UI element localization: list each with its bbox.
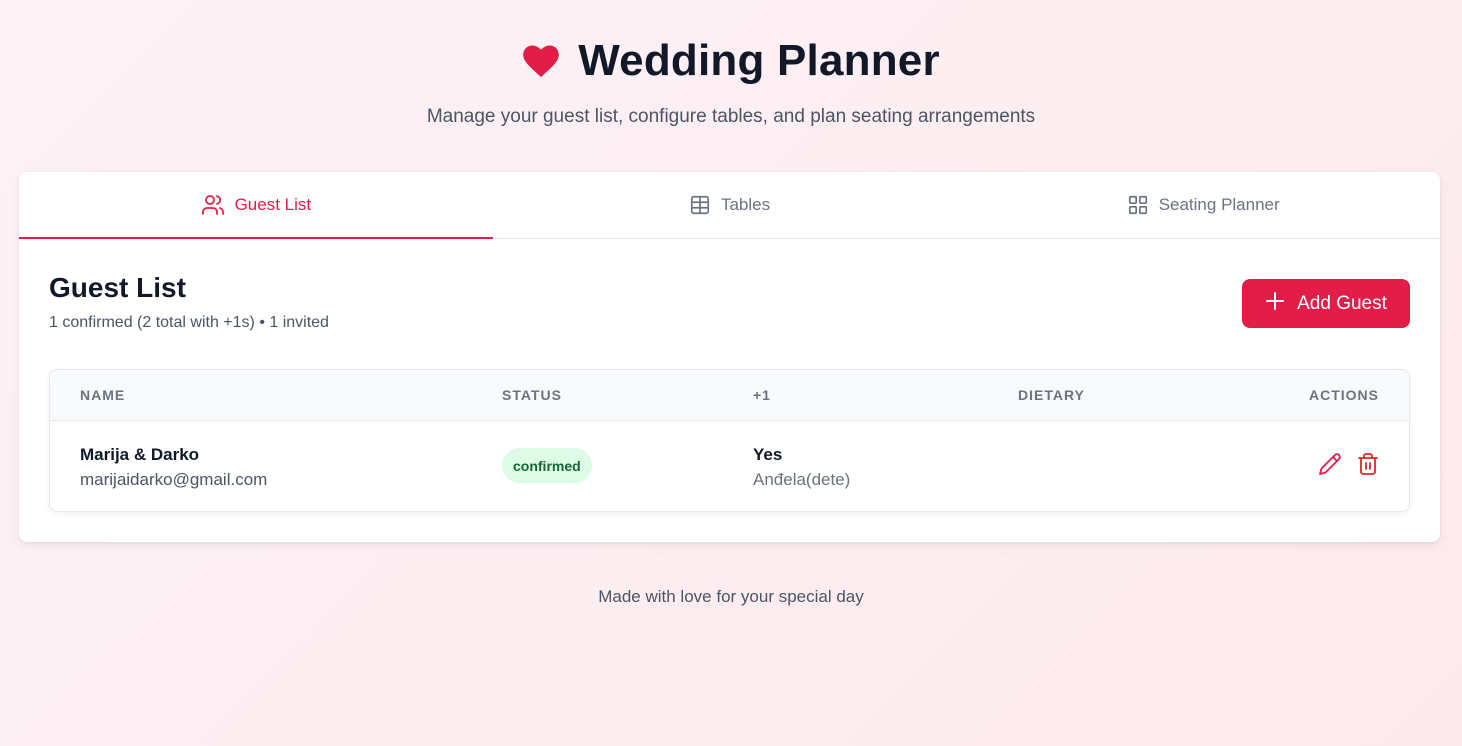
tab-seating-planner[interactable]: Seating Planner (966, 172, 1440, 238)
page-header: Wedding Planner Manage your guest list, … (0, 34, 1462, 128)
add-guest-label: Add Guest (1297, 292, 1387, 314)
plus-one-value: Yes (753, 445, 783, 464)
app-subtitle: Manage your guest list, configure tables… (426, 106, 1036, 127)
title-row: Wedding Planner (0, 34, 1462, 88)
column-header-plus-one: +1 (753, 387, 771, 403)
column-header-status: STATUS (502, 387, 562, 403)
users-icon (201, 193, 225, 217)
tab-label: Tables (720, 195, 771, 214)
table-row: Marija & Darko marijaidarko@gmail.com co… (50, 421, 1409, 511)
guest-list-header: Guest List 1 confirmed (2 total with +1s… (49, 272, 329, 332)
tab-bar: Guest List Tables Seating Planner (19, 172, 1440, 239)
main-card: Guest List Tables Seating Planner Guest … (19, 172, 1440, 542)
heart-icon (522, 44, 560, 78)
section-title: Guest List (49, 272, 186, 303)
guest-email: marijaidarko@gmail.com (80, 470, 268, 489)
trash-icon[interactable] (1356, 452, 1380, 476)
column-header-dietary: DIETARY (1018, 387, 1085, 403)
add-guest-button[interactable]: Add Guest (1242, 279, 1410, 328)
guest-table: NAME STATUS +1 DIETARY ACTIONS Marija & … (49, 369, 1410, 512)
app-title: Wedding Planner (578, 36, 940, 85)
column-header-actions: ACTIONS (1309, 387, 1379, 403)
tab-label: Seating Planner (1158, 195, 1280, 214)
table-icon (689, 194, 711, 216)
tab-label: Guest List (234, 195, 312, 214)
column-header-name: NAME (80, 387, 126, 403)
plus-icon (1265, 291, 1285, 317)
tab-tables[interactable]: Tables (493, 172, 967, 238)
guest-name: Marija & Darko (80, 445, 200, 464)
plus-one-name: Anđela(dete) (753, 470, 851, 489)
footer-text: Made with love for your special day (598, 587, 864, 606)
edit-icon[interactable] (1318, 452, 1342, 476)
grid-icon (1127, 194, 1149, 216)
tab-guest-list[interactable]: Guest List (19, 172, 493, 239)
guest-summary: 1 confirmed (2 total with +1s) • 1 invit… (49, 314, 329, 331)
table-header: NAME STATUS +1 DIETARY ACTIONS (50, 370, 1409, 421)
status-badge: confirmed (502, 448, 592, 483)
